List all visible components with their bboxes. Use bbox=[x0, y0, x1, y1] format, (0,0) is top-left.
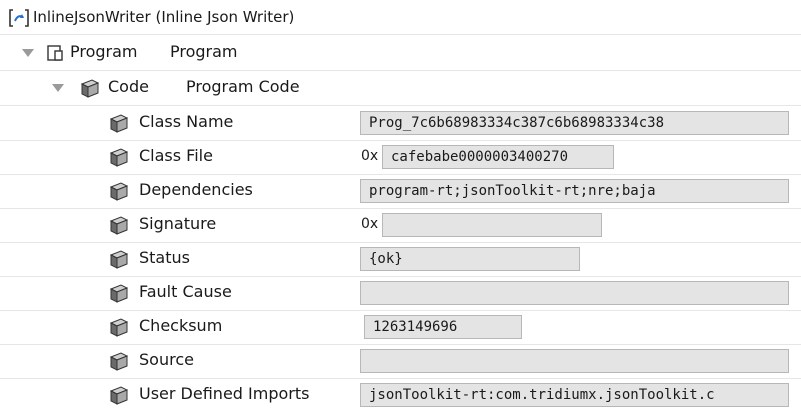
property-label: Source bbox=[139, 350, 194, 369]
property-label: Dependencies bbox=[139, 180, 253, 199]
program-icon bbox=[47, 45, 63, 61]
property-label: Class File bbox=[139, 146, 213, 165]
property-label: Checksum bbox=[139, 316, 223, 335]
program-name: Program bbox=[70, 42, 138, 61]
property-label: Fault Cause bbox=[139, 282, 232, 301]
slot-icon bbox=[109, 352, 129, 371]
user-defined-imports-field[interactable]: jsonToolkit-rt:com.tridiumx.jsonToolkit.… bbox=[360, 383, 789, 407]
slot-icon bbox=[80, 79, 100, 98]
property-row-user-defined-imports: User Defined Imports jsonToolkit-rt:com.… bbox=[0, 378, 801, 412]
status-field[interactable]: {ok} bbox=[360, 247, 580, 271]
slot-icon bbox=[109, 250, 129, 269]
signature-field[interactable] bbox=[382, 213, 602, 237]
property-row-fault-cause: Fault Cause bbox=[0, 276, 801, 310]
tree-row-code[interactable]: Code Program Code bbox=[0, 71, 801, 105]
class-file-field[interactable]: cafebabe0000003400270 bbox=[382, 145, 614, 169]
collapse-arrow-icon[interactable] bbox=[22, 49, 34, 57]
collapse-arrow-icon[interactable] bbox=[52, 84, 64, 92]
property-row-class-name: Class Name Prog_7c6b68983334c387c6b68983… bbox=[0, 106, 801, 140]
checksum-field[interactable]: 1263149696 bbox=[364, 315, 522, 339]
property-row-source: Source bbox=[0, 344, 801, 378]
slot-icon bbox=[109, 216, 129, 235]
property-row-status: Status {ok} bbox=[0, 242, 801, 276]
slot-icon bbox=[109, 284, 129, 303]
code-name: Code bbox=[108, 77, 149, 96]
property-row-dependencies: Dependencies program-rt;jsonToolkit-rt;n… bbox=[0, 174, 801, 208]
program-component-icon bbox=[9, 9, 29, 27]
slot-icon bbox=[109, 182, 129, 201]
code-display-name: Program Code bbox=[186, 77, 300, 96]
tree-row-program[interactable]: Program Program bbox=[0, 36, 801, 70]
source-field[interactable] bbox=[360, 349, 789, 373]
class-name-field[interactable]: Prog_7c6b68983334c387c6b68983334c38 bbox=[360, 111, 789, 135]
fault-cause-field[interactable] bbox=[360, 281, 789, 305]
hex-prefix: 0x bbox=[361, 148, 379, 164]
property-label: Status bbox=[139, 248, 190, 267]
property-row-checksum: Checksum 1263149696 bbox=[0, 310, 801, 344]
dependencies-field[interactable]: program-rt;jsonToolkit-rt;nre;baja bbox=[360, 179, 789, 203]
slot-icon bbox=[109, 318, 129, 337]
slot-icon bbox=[109, 148, 129, 167]
slot-icon bbox=[109, 386, 129, 405]
property-label: Signature bbox=[139, 214, 217, 233]
property-label: Class Name bbox=[139, 112, 234, 131]
property-row-signature: Signature 0x bbox=[0, 208, 801, 242]
property-label: User Defined Imports bbox=[139, 384, 310, 403]
hex-prefix: 0x bbox=[361, 216, 379, 232]
component-header: InlineJsonWriter (Inline Json Writer) bbox=[0, 2, 801, 32]
slot-icon bbox=[109, 114, 129, 133]
property-row-class-file: Class File 0x cafebabe0000003400270 bbox=[0, 140, 801, 174]
component-title: InlineJsonWriter (Inline Json Writer) bbox=[33, 8, 295, 26]
program-display-name: Program bbox=[170, 42, 238, 61]
